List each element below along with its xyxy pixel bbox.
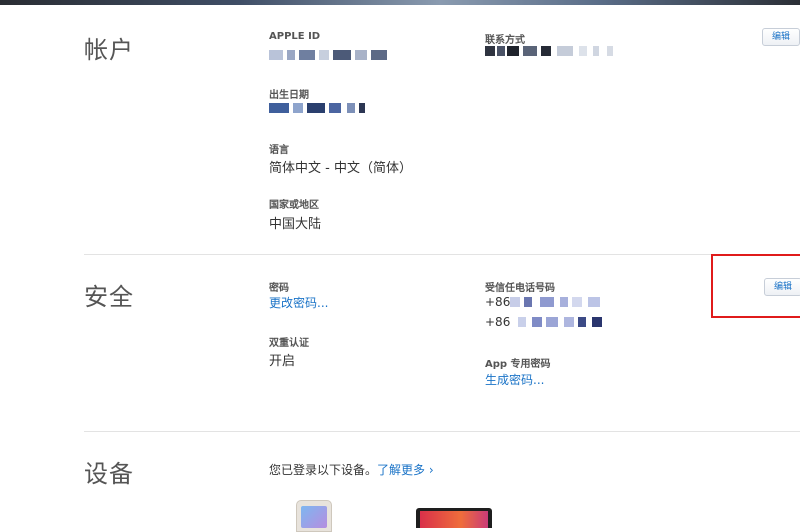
trusted-phone-label: 受信任电话号码 [485, 283, 555, 294]
generate-password-link[interactable]: 生成密码... [485, 371, 544, 388]
devices-description-text: 您已登录以下设备。 [269, 463, 378, 477]
iphone-screen [301, 506, 327, 528]
birthday-label: 出生日期 [269, 90, 309, 101]
password-label: 密码 [269, 283, 289, 294]
two-factor-label: 双重认证 [269, 338, 309, 349]
region-value: 中国大陆 [269, 217, 322, 232]
highlight-annotation-box [711, 254, 800, 318]
birthday-value-redacted [269, 103, 367, 113]
two-factor-value: 开启 [269, 354, 296, 369]
learn-more-link[interactable]: 了解更多 › [377, 463, 434, 477]
change-password-link[interactable]: 更改密码... [269, 294, 328, 311]
language-value: 简体中文 - 中文（简体） [269, 161, 412, 176]
iphone-icon[interactable] [296, 500, 332, 532]
trusted-phone-1-prefix: +86 [485, 295, 511, 309]
macbook-screen [420, 511, 488, 528]
apple-id-label: APPLE ID [269, 31, 321, 42]
devices-description: 您已登录以下设备。了解更多 › [269, 461, 434, 478]
language-label: 语言 [269, 145, 289, 156]
trusted-phone-2-prefix: +86 [485, 315, 511, 329]
devices-section-title: 设备 [84, 460, 134, 488]
trusted-phone-1-redacted [510, 297, 602, 307]
window-top-bar [0, 0, 800, 5]
macbook-icon[interactable] [416, 508, 492, 528]
account-edit-button[interactable]: 编辑 [762, 28, 800, 46]
security-section-title: 安全 [84, 283, 134, 311]
divider-account-security [84, 254, 800, 255]
divider-security-devices [84, 431, 800, 432]
trusted-phone-2-redacted [518, 317, 604, 327]
apple-id-value-redacted [269, 50, 389, 60]
contact-label: 联系方式 [485, 35, 525, 46]
contact-value-redacted [485, 46, 617, 56]
region-label: 国家或地区 [269, 200, 319, 211]
account-section-title: 帐户 [84, 36, 134, 64]
app-password-label: App 专用密码 [485, 359, 551, 370]
